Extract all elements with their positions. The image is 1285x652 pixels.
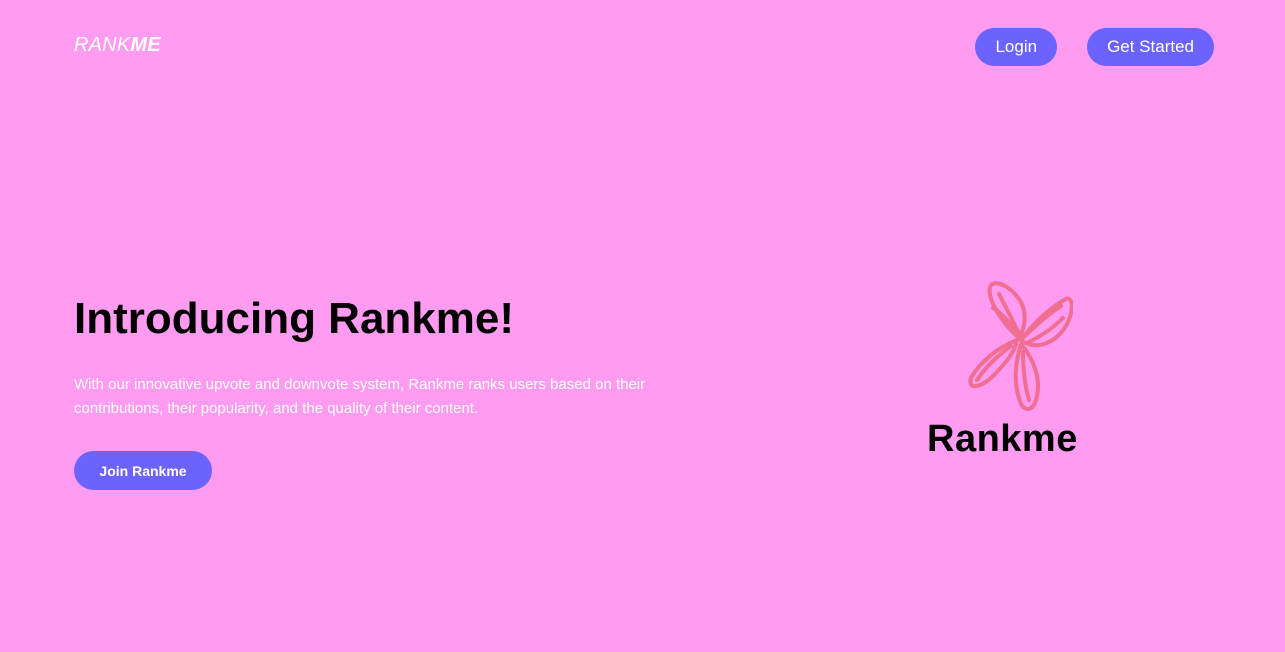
brand-text-bold: ME <box>130 34 161 56</box>
header-nav: Login Get Started <box>975 28 1214 66</box>
logo-wordmark: Rankme <box>927 418 1078 460</box>
hero-description: With our innovative upvote and downvote … <box>74 376 646 417</box>
get-started-button[interactable]: Get Started <box>1087 28 1214 66</box>
rankme-logo: Rankme <box>927 280 1107 465</box>
brand-text-regular: RANK <box>74 34 131 56</box>
butterfly-icon <box>968 281 1073 412</box>
login-button[interactable]: Login <box>975 28 1058 66</box>
hero-title: Introducing Rankme! <box>74 294 515 343</box>
brand-logo[interactable]: RANKME <box>74 34 161 57</box>
join-rankme-button[interactable]: Join Rankme <box>74 451 212 490</box>
landing-page: RANKME Login Get Started Introducing Ran… <box>0 0 1285 652</box>
